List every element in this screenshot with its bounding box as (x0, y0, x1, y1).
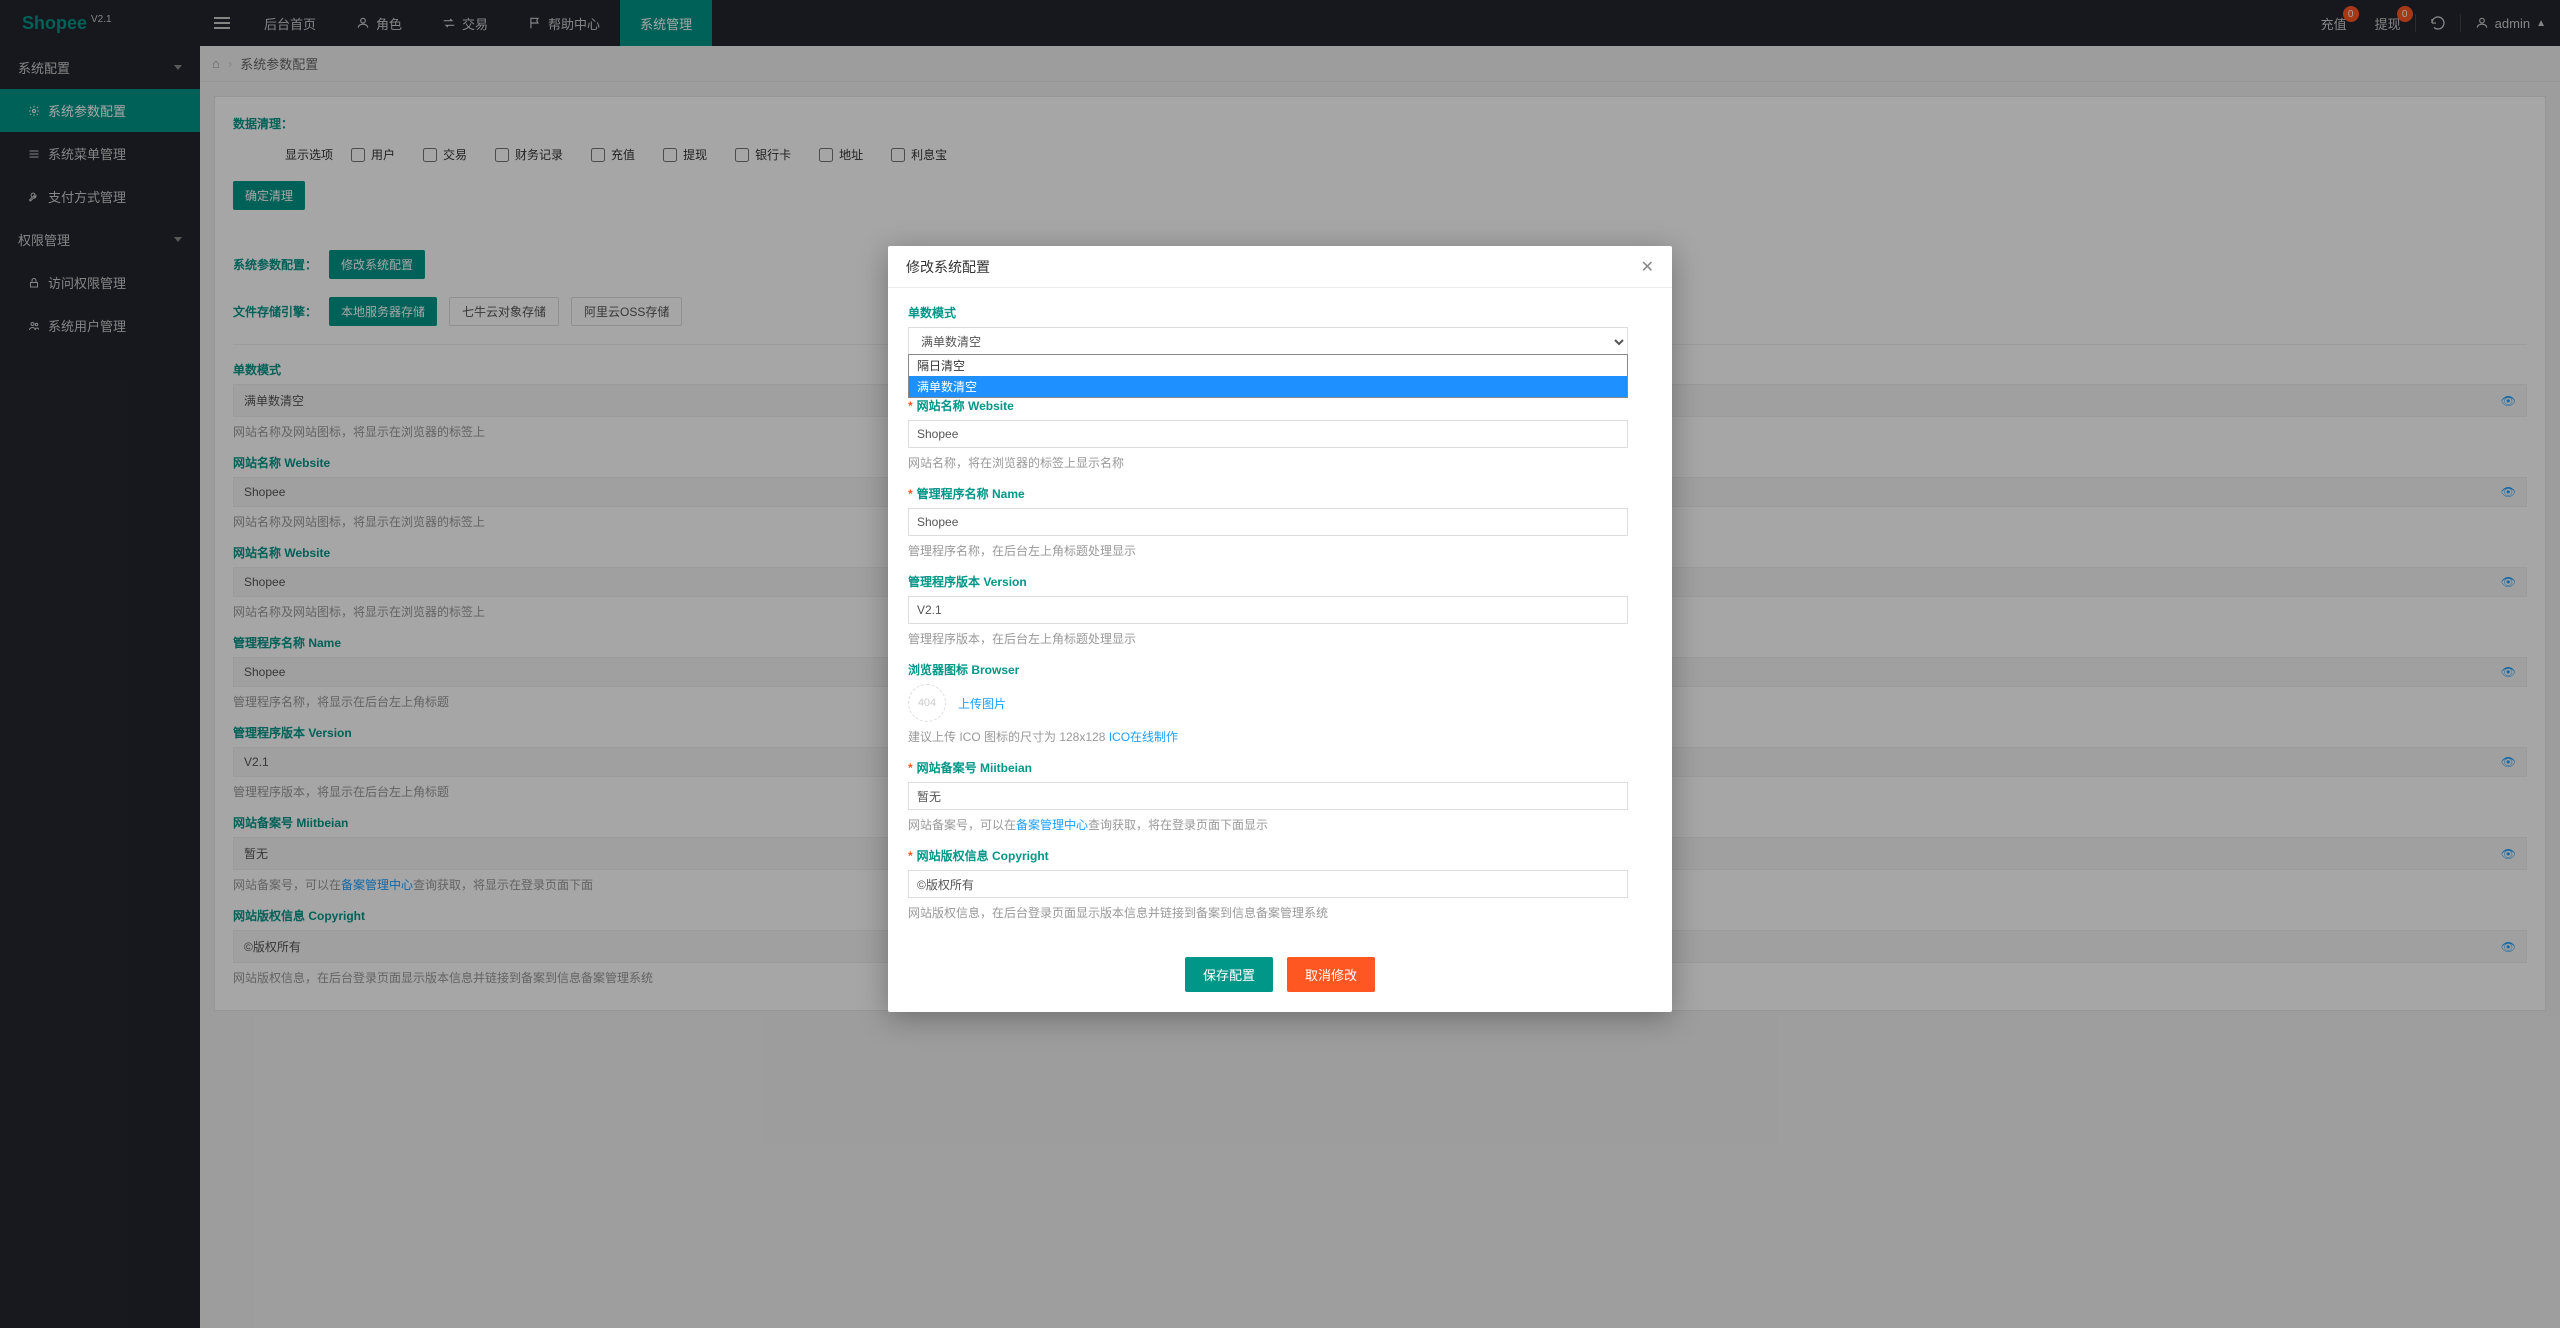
cancel-button[interactable]: 取消修改 (1287, 957, 1375, 992)
modal-title: 修改系统配置 (906, 257, 990, 277)
field-version-label: 管理程序版本 Version (908, 573, 1652, 590)
save-button[interactable]: 保存配置 (1185, 957, 1273, 992)
mode-dropdown: 隔日清空 满单数清空 (908, 354, 1628, 398)
mode-select[interactable]: 满单数清空 (908, 327, 1628, 357)
miitbeian-input[interactable] (908, 782, 1628, 810)
ico-maker-link[interactable]: ICO在线制作 (1109, 730, 1178, 744)
browser-icon-placeholder: 404 (908, 684, 946, 722)
field-copyright-label: 网站版权信息 Copyright (908, 847, 1652, 864)
field-browser-label: 浏览器图标 Browser (908, 661, 1652, 678)
modal-edit-config: 修改系统配置 ✕ 单数模式 满单数清空 隔日清空 满单数清空 网站名称 Webs… (888, 246, 1672, 1012)
copyright-input[interactable] (908, 870, 1628, 898)
beian-link-modal[interactable]: 备案管理中心 (1016, 818, 1088, 832)
website-input[interactable] (908, 420, 1628, 448)
version-input[interactable] (908, 596, 1628, 624)
field-name-label: 管理程序名称 Name (908, 485, 1652, 502)
field-website-label: 网站名称 Website (908, 397, 1652, 414)
field-mode-label: 单数模式 (908, 304, 1652, 321)
close-icon[interactable]: ✕ (1641, 257, 1654, 277)
field-miitbeian-label: 网站备案号 Miitbeian (908, 759, 1652, 776)
mode-option-0[interactable]: 隔日清空 (909, 355, 1627, 376)
upload-image-link[interactable]: 上传图片 (958, 695, 1006, 712)
name-input[interactable] (908, 508, 1628, 536)
mode-option-1[interactable]: 满单数清空 (909, 376, 1627, 397)
